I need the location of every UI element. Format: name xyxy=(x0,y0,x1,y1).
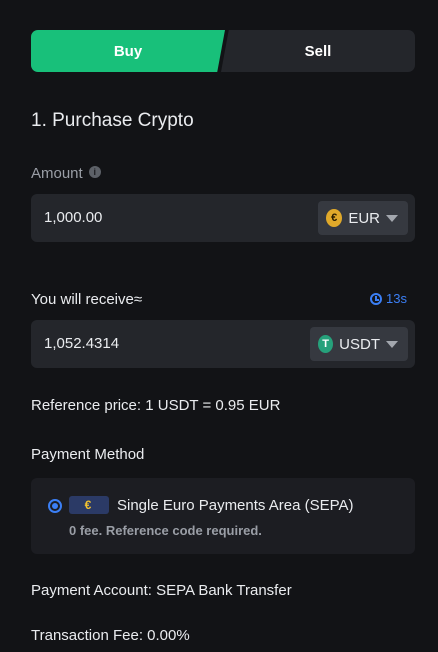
payment-method-label: Payment Method xyxy=(31,446,145,463)
receive-currency-label: USDT xyxy=(339,335,380,353)
sepa-logo-icon: € xyxy=(69,496,109,514)
amount-label-text: Amount xyxy=(31,165,83,182)
info-icon[interactable]: i xyxy=(88,165,101,178)
quote-timer: 13s xyxy=(370,291,407,306)
transaction-fee: Transaction Fee: 0.00% xyxy=(31,627,190,644)
amount-input[interactable]: 1,000.00 xyxy=(44,194,102,242)
amount-currency-label: EUR xyxy=(348,209,380,227)
payment-account: Payment Account: SEPA Bank Transfer xyxy=(31,582,292,599)
chevron-down-icon xyxy=(386,214,398,222)
tab-sell[interactable]: Sell xyxy=(221,30,415,72)
buy-sell-tabs: Buy Sell xyxy=(31,30,415,72)
tether-coin-icon: T xyxy=(318,335,334,353)
receive-label: You will receive≈ xyxy=(31,291,143,308)
payment-method-name: Single Euro Payments Area (SEPA) xyxy=(117,497,354,514)
clock-icon xyxy=(370,292,383,305)
payment-method-description: 0 fee. Reference code required. xyxy=(69,523,262,538)
receive-currency-select[interactable]: T USDT xyxy=(310,327,408,361)
reference-price: Reference price: 1 USDT = 0.95 EUR xyxy=(31,397,281,414)
amount-currency-select[interactable]: € EUR xyxy=(318,201,408,235)
amount-label: Amount i xyxy=(31,165,101,182)
amount-field[interactable]: 1,000.00 € EUR xyxy=(31,194,415,242)
chevron-down-icon xyxy=(386,340,398,348)
buy-crypto-panel: Buy Sell 1. Purchase Crypto Amount i 1,0… xyxy=(0,0,438,652)
payment-method-radio[interactable] xyxy=(48,499,62,513)
receive-input[interactable]: 1,052.4314 xyxy=(44,320,119,368)
payment-method-option-sepa[interactable]: € Single Euro Payments Area (SEPA) 0 fee… xyxy=(31,478,415,554)
euro-coin-icon: € xyxy=(326,209,343,227)
quote-timer-value: 13s xyxy=(386,291,407,306)
receive-field[interactable]: 1,052.4314 T USDT xyxy=(31,320,415,368)
tab-buy[interactable]: Buy xyxy=(31,30,225,72)
section-title: 1. Purchase Crypto xyxy=(31,110,194,131)
